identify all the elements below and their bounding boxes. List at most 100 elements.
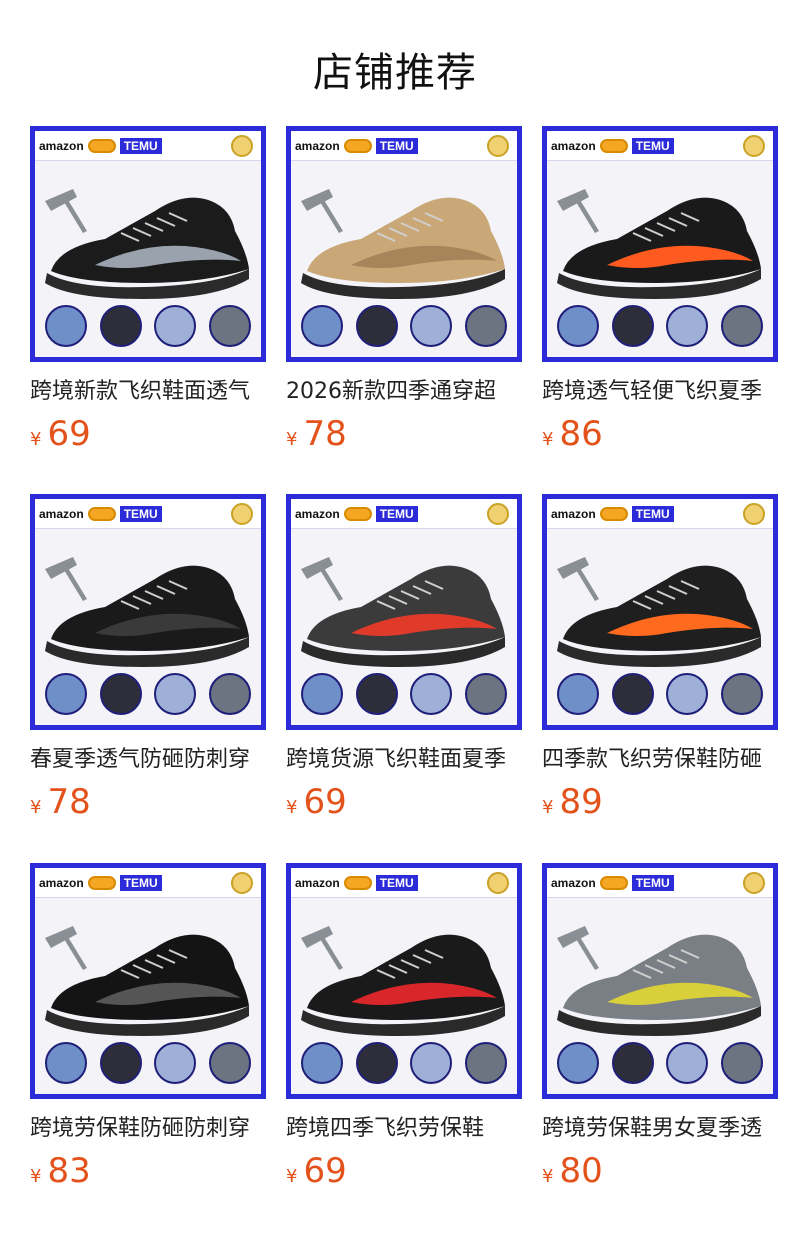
feature-circle-icon: [45, 1042, 87, 1084]
feature-circle-icon: [154, 1042, 197, 1084]
feature-circle-icon: [720, 673, 763, 715]
product-thumbnail[interactable]: amazon TEMU: [286, 126, 522, 362]
thumbnail-header: amazon TEMU: [291, 868, 517, 898]
feature-circle-icon: [208, 1042, 251, 1084]
shoe-image: [557, 557, 761, 667]
shoe-image: [301, 189, 505, 299]
thumbnail-header: amazon TEMU: [291, 499, 517, 529]
handshake-icon: [343, 138, 372, 153]
price-value: 83: [47, 1151, 91, 1191]
shoe-image: [557, 189, 761, 299]
product-thumbnail[interactable]: amazon TEMU: [286, 863, 522, 1099]
seal-icon: [487, 871, 509, 894]
product-card[interactable]: amazon TEMU 四季款飞织劳保鞋防砸 ¥89: [542, 494, 778, 822]
handshake-icon: [599, 138, 628, 153]
product-title[interactable]: 四季款飞织劳保鞋防砸: [542, 744, 778, 776]
brand-logo-right: TEMU: [631, 874, 674, 891]
brand-logo-right: TEMU: [119, 874, 162, 891]
product-price: ¥69: [30, 414, 91, 454]
feature-badges: [557, 673, 763, 717]
brand-logo-left: amazon: [39, 875, 84, 890]
product-card[interactable]: amazon TEMU 跨境四季飞织劳保鞋 ¥69: [286, 863, 522, 1191]
product-thumbnail[interactable]: amazon TEMU: [30, 863, 266, 1099]
seal-icon: [231, 134, 253, 157]
product-thumbnail[interactable]: amazon TEMU: [286, 494, 522, 730]
product-title[interactable]: 跨境货源飞织鞋面夏季: [286, 744, 522, 776]
shoe-image: [45, 557, 249, 667]
product-thumbnail[interactable]: amazon TEMU: [30, 494, 266, 730]
thumbnail-header: amazon TEMU: [35, 868, 261, 898]
shoe-image: [45, 189, 249, 299]
feature-circle-icon: [154, 305, 197, 347]
product-card[interactable]: amazon TEMU 跨境透气轻便飞织夏季 ¥86: [542, 126, 778, 454]
product-title[interactable]: 跨境透气轻便飞织夏季: [542, 376, 778, 408]
feature-circle-icon: [99, 305, 142, 347]
product-card[interactable]: amazon TEMU 春夏季透气防砸防刺穿 ¥78: [30, 494, 266, 822]
feature-badges: [45, 673, 251, 717]
handshake-icon: [87, 506, 116, 521]
thumbnail-header: amazon TEMU: [547, 868, 773, 898]
feature-badges: [45, 305, 251, 349]
feature-circle-icon: [611, 673, 654, 715]
feature-badges: [301, 673, 507, 717]
currency-symbol: ¥: [542, 797, 554, 818]
seal-icon: [487, 134, 509, 157]
seal-icon: [743, 134, 765, 157]
feature-badges: [301, 305, 507, 349]
brand-logo-left: amazon: [295, 875, 340, 890]
handshake-icon: [87, 875, 116, 890]
seal-icon: [231, 871, 253, 894]
feature-circle-icon: [720, 305, 763, 347]
brand-logo-right: TEMU: [375, 137, 418, 154]
brand-logo-left: amazon: [39, 506, 84, 521]
product-card[interactable]: amazon TEMU 跨境劳保鞋男女夏季透 ¥80: [542, 863, 778, 1191]
product-card[interactable]: amazon TEMU 跨境货源飞织鞋面夏季 ¥69: [286, 494, 522, 822]
feature-badges: [557, 305, 763, 349]
handshake-icon: [87, 138, 116, 153]
product-card[interactable]: amazon TEMU 跨境新款飞织鞋面透气 ¥69: [30, 126, 266, 454]
brand-logo-left: amazon: [551, 875, 596, 890]
shoe-image: [557, 926, 761, 1036]
product-price: ¥83: [30, 1151, 91, 1191]
product-thumbnail[interactable]: amazon TEMU: [30, 126, 266, 362]
feature-circle-icon: [301, 1042, 343, 1084]
feature-circle-icon: [666, 305, 709, 347]
product-title[interactable]: 春夏季透气防砸防刺穿: [30, 744, 266, 776]
price-value: 69: [303, 1151, 347, 1191]
thumbnail-header: amazon TEMU: [547, 499, 773, 529]
product-thumbnail[interactable]: amazon TEMU: [542, 494, 778, 730]
currency-symbol: ¥: [542, 429, 554, 450]
feature-circle-icon: [464, 305, 507, 347]
product-price: ¥69: [286, 782, 347, 822]
brand-logo-right: TEMU: [375, 874, 418, 891]
product-title[interactable]: 跨境劳保鞋防砸防刺穿: [30, 1113, 266, 1145]
feature-circle-icon: [301, 305, 343, 347]
feature-circle-icon: [301, 673, 343, 715]
feature-circle-icon: [611, 1042, 654, 1084]
product-card[interactable]: amazon TEMU 2026新款四季通穿超 ¥78: [286, 126, 522, 454]
seal-icon: [743, 871, 765, 894]
feature-circle-icon: [557, 673, 599, 715]
product-price: ¥80: [542, 1151, 603, 1191]
feature-circle-icon: [99, 1042, 142, 1084]
currency-symbol: ¥: [30, 429, 42, 450]
handshake-icon: [599, 875, 628, 890]
product-title[interactable]: 跨境四季飞织劳保鞋: [286, 1113, 522, 1145]
product-title[interactable]: 跨境劳保鞋男女夏季透: [542, 1113, 778, 1145]
price-value: 78: [303, 414, 347, 454]
product-title[interactable]: 2026新款四季通穿超: [286, 376, 522, 408]
brand-logo-right: TEMU: [119, 505, 162, 522]
currency-symbol: ¥: [542, 1166, 554, 1187]
product-card[interactable]: amazon TEMU 跨境劳保鞋防砸防刺穿 ¥83: [30, 863, 266, 1191]
handshake-icon: [343, 875, 372, 890]
handshake-icon: [599, 506, 628, 521]
product-thumbnail[interactable]: amazon TEMU: [542, 863, 778, 1099]
product-title[interactable]: 跨境新款飞织鞋面透气: [30, 376, 266, 408]
handshake-icon: [343, 506, 372, 521]
product-price: ¥78: [286, 414, 347, 454]
currency-symbol: ¥: [286, 1166, 298, 1187]
thumbnail-header: amazon TEMU: [35, 131, 261, 161]
brand-logo-left: amazon: [295, 506, 340, 521]
feature-badges: [557, 1042, 763, 1086]
product-thumbnail[interactable]: amazon TEMU: [542, 126, 778, 362]
